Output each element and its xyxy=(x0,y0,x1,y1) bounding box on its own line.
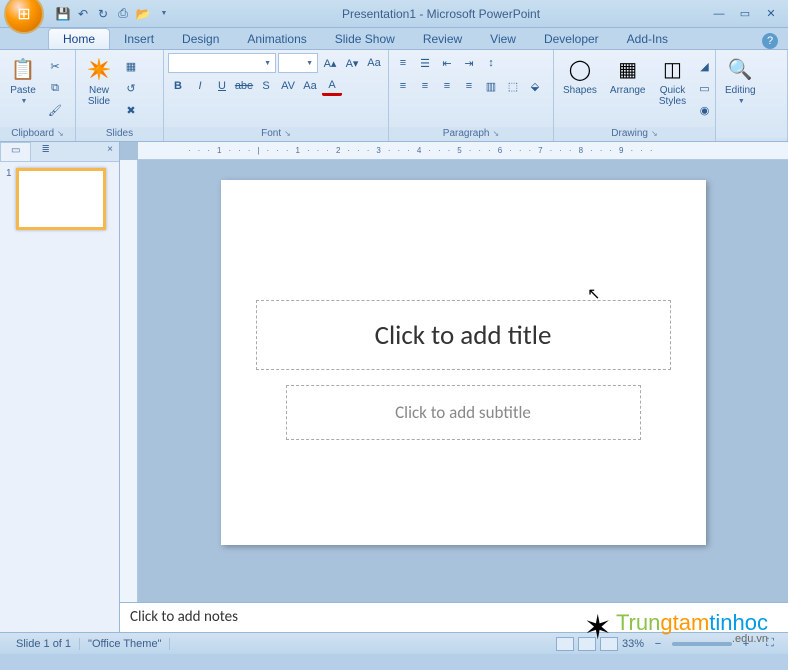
watermark: ✶ Trungtamtinhoc .edu.vn xyxy=(583,608,768,648)
maximize-button[interactable]: ▭ xyxy=(736,6,754,22)
minimize-button[interactable]: — xyxy=(710,6,728,22)
increase-indent-icon[interactable]: ⇥ xyxy=(459,53,479,73)
smartart-icon[interactable]: ⬙ xyxy=(525,76,545,96)
redo-icon[interactable]: ↻ xyxy=(94,5,112,23)
justify-icon[interactable]: ≡ xyxy=(459,76,479,96)
text-direction-icon[interactable]: ↕ xyxy=(481,53,501,73)
spacing-icon[interactable]: AV xyxy=(278,76,298,96)
shapes-icon: ◯ xyxy=(566,55,594,83)
font-group-label: Font xyxy=(261,128,281,139)
columns-icon[interactable]: ▥ xyxy=(481,76,501,96)
title-placeholder[interactable]: Click to add title xyxy=(256,300,671,370)
slides-tab[interactable]: ▭ xyxy=(0,142,31,161)
slides-group-label: Slides xyxy=(106,128,133,139)
font-name-combo[interactable]: ▼ xyxy=(168,53,276,73)
tab-review[interactable]: Review xyxy=(409,29,476,49)
help-icon[interactable]: ? xyxy=(762,33,778,49)
underline-button[interactable]: U xyxy=(212,76,232,96)
tab-slideshow[interactable]: Slide Show xyxy=(321,29,409,49)
bullets-icon[interactable]: ≡ xyxy=(393,53,413,73)
shape-outline-icon[interactable]: ▭ xyxy=(695,79,715,99)
cursor-icon: ↖ xyxy=(587,284,600,304)
chevron-down-icon: ▼ xyxy=(21,98,28,105)
star-icon: ✶ xyxy=(583,608,612,648)
thumbnail-preview xyxy=(16,168,106,230)
tab-insert[interactable]: Insert xyxy=(110,29,168,49)
shrink-font-icon[interactable]: A▾ xyxy=(342,53,362,73)
status-theme: "Office Theme" xyxy=(80,638,170,650)
editing-button[interactable]: 🔍Editing▼ xyxy=(720,53,761,135)
numbering-icon[interactable]: ☰ xyxy=(415,53,435,73)
clipboard-group-label: Clipboard xyxy=(11,128,54,139)
ribbon-tabs: Home Insert Design Animations Slide Show… xyxy=(0,28,788,50)
align-center-icon[interactable]: ≡ xyxy=(415,76,435,96)
subtitle-placeholder[interactable]: Click to add subtitle xyxy=(286,385,641,440)
align-text-icon[interactable]: ⬚ xyxy=(503,76,523,96)
window-title: Presentation1 - Microsoft PowerPoint xyxy=(172,7,710,21)
find-icon: 🔍 xyxy=(726,55,754,83)
tab-developer[interactable]: Developer xyxy=(530,29,613,49)
shapes-button[interactable]: ◯Shapes xyxy=(558,53,602,124)
shape-effects-icon[interactable]: ◉ xyxy=(695,101,715,121)
panel-close-icon[interactable]: × xyxy=(101,142,119,161)
slide-canvas[interactable]: Click to add title Click to add subtitle… xyxy=(221,180,706,545)
paragraph-group-label: Paragraph xyxy=(443,128,490,139)
italic-button[interactable]: I xyxy=(190,76,210,96)
vertical-ruler xyxy=(120,160,138,602)
layout-icon[interactable]: ▦ xyxy=(121,57,141,77)
qat-customize-icon[interactable]: ▼ xyxy=(154,5,172,23)
align-left-icon[interactable]: ≡ xyxy=(393,76,413,96)
tab-addins[interactable]: Add-Ins xyxy=(613,29,682,49)
font-size-combo[interactable]: ▼ xyxy=(278,53,318,73)
new-slide-button[interactable]: ✴️ New Slide xyxy=(80,53,118,124)
copy-icon[interactable]: ⧉ xyxy=(45,79,65,99)
shape-fill-icon[interactable]: ◢ xyxy=(695,57,715,77)
paste-button[interactable]: 📋 Paste ▼ xyxy=(4,53,42,124)
undo-icon[interactable]: ↶ xyxy=(74,5,92,23)
outline-tab[interactable]: ≣ xyxy=(31,142,59,161)
clear-format-icon[interactable]: Aa xyxy=(364,53,384,73)
print-icon[interactable]: ⎙ xyxy=(114,5,132,23)
styles-icon: ◫ xyxy=(659,55,687,83)
quick-styles-button[interactable]: ◫Quick Styles xyxy=(654,53,692,124)
tab-design[interactable]: Design xyxy=(168,29,233,49)
slide-thumbnail[interactable]: 1 xyxy=(6,168,113,230)
delete-icon[interactable]: ✖ xyxy=(121,101,141,121)
close-button[interactable]: ✕ xyxy=(762,6,780,22)
new-slide-icon: ✴️ xyxy=(85,55,113,83)
status-slide: Slide 1 of 1 xyxy=(8,638,80,650)
change-case-icon[interactable]: Aa xyxy=(300,76,320,96)
cut-icon[interactable]: ✂ xyxy=(45,57,65,77)
launcher-icon[interactable]: ↘ xyxy=(284,129,291,138)
grow-font-icon[interactable]: A▴ xyxy=(320,53,340,73)
arrange-button[interactable]: ▦Arrange xyxy=(605,53,651,124)
drawing-group-label: Drawing xyxy=(611,128,648,139)
decrease-indent-icon[interactable]: ⇤ xyxy=(437,53,457,73)
align-right-icon[interactable]: ≡ xyxy=(437,76,457,96)
launcher-icon[interactable]: ↘ xyxy=(57,129,64,138)
tab-home[interactable]: Home xyxy=(48,28,110,49)
arrange-icon: ▦ xyxy=(614,55,642,83)
tab-view[interactable]: View xyxy=(476,29,530,49)
launcher-icon[interactable]: ↘ xyxy=(651,129,658,138)
strike-button[interactable]: abe xyxy=(234,76,254,96)
reset-icon[interactable]: ↺ xyxy=(121,79,141,99)
bold-button[interactable]: B xyxy=(168,76,188,96)
normal-view-icon[interactable] xyxy=(556,637,574,651)
tab-animations[interactable]: Animations xyxy=(233,29,320,49)
shadow-button[interactable]: S xyxy=(256,76,276,96)
horizontal-ruler: ···1···|···1···2···3···4···5···6···7···8… xyxy=(138,142,788,160)
font-color-icon[interactable]: A xyxy=(322,76,342,96)
save-icon[interactable]: 💾 xyxy=(54,5,72,23)
launcher-icon[interactable]: ↘ xyxy=(493,129,500,138)
clipboard-icon: 📋 xyxy=(9,55,37,83)
open-icon[interactable]: 📂 xyxy=(134,5,152,23)
format-painter-icon[interactable]: 🖌 xyxy=(45,101,65,121)
